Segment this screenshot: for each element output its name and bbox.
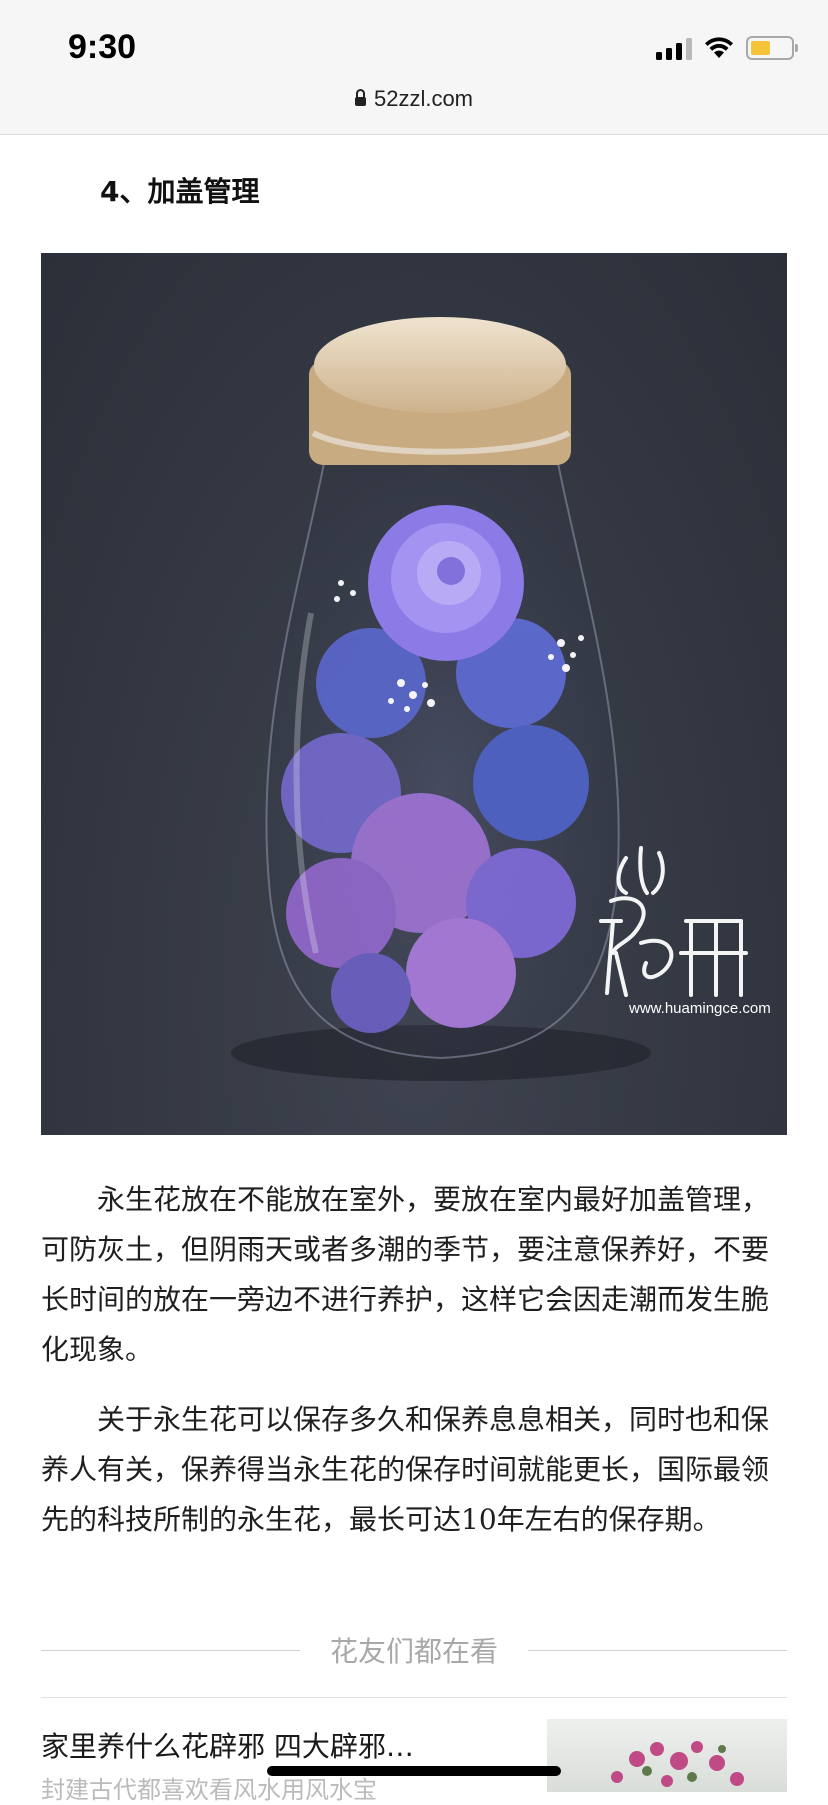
related-section-header: 花友们都在看 [41,1625,788,1675]
browser-header: 9:30 52zzl.com [0,0,828,135]
section-heading: 4、加盖管理 [100,175,260,208]
divider-right [528,1649,788,1651]
article-paragraph-1: 永生花放在不能放在室外，要放在室内最好加盖管理，可防灰土，但阴雨天或者多潮的季节… [41,1183,770,1366]
divider-left [41,1649,300,1651]
related-item-title[interactable]: 家里养什么花辟邪 四大辟邪… [41,1725,414,1765]
article-paragraph-2: 关于永生花可以保存多久和保养息息相关，同时也和保养人有关，保养得当永生花的保存时… [41,1403,770,1536]
related-item-thumbnail[interactable] [547,1719,787,1792]
photo-watermark: www.huamingce.com [628,1000,771,1017]
battery-icon [746,36,798,60]
home-indicator[interactable] [267,1766,561,1776]
wifi-icon [705,37,733,58]
article-photo: www.huamingce.com [41,253,787,1135]
cellular-signal-icon [656,36,692,60]
lock-icon [354,89,366,106]
divider [41,1697,787,1698]
related-section-title: 花友们都在看 [330,1635,499,1668]
url-text: 52zzl.com [373,86,474,111]
status-time: 9:30 [68,28,137,66]
huamingce-logo [599,846,748,997]
status-icons [656,36,798,60]
address-bar[interactable]: 52zzl.com [0,86,828,112]
